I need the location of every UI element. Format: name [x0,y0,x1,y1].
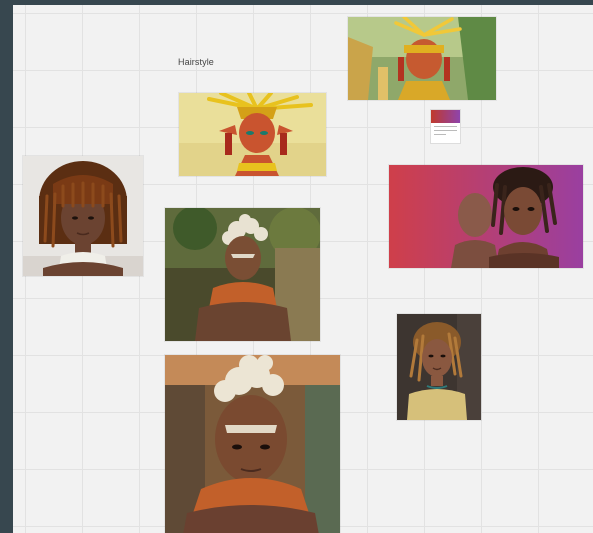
image-locs-bangs-portrait-art [23,156,143,276]
image-white-hair-character-forest-art [165,208,320,341]
image-animated-character-locs[interactable] [389,165,583,268]
image-white-hair-character-closeup-art [165,355,340,533]
image-golden-headdress-character[interactable] [179,93,326,176]
app-frame: Hairstyle [0,0,593,533]
image-locs-selfie-portrait-art [397,314,481,420]
image-golden-headdress-character-jungle-art [348,17,496,100]
image-animated-character-locs-art [389,165,583,268]
moodboard-canvas[interactable]: Hairstyle [13,5,593,533]
web-clip-banner [431,110,460,123]
web-clip-line [434,126,457,127]
image-locs-bangs-portrait[interactable] [23,156,143,276]
image-golden-headdress-character-art [179,93,326,176]
web-clip-line [434,134,446,135]
web-clip-line [434,130,457,131]
board-label[interactable]: Hairstyle [178,57,214,67]
image-white-hair-character-closeup[interactable] [165,355,340,533]
image-locs-selfie-portrait[interactable] [397,314,481,420]
image-golden-headdress-character-jungle[interactable] [348,17,496,100]
web-clip-card[interactable] [431,110,460,143]
image-white-hair-character-forest[interactable] [165,208,320,341]
